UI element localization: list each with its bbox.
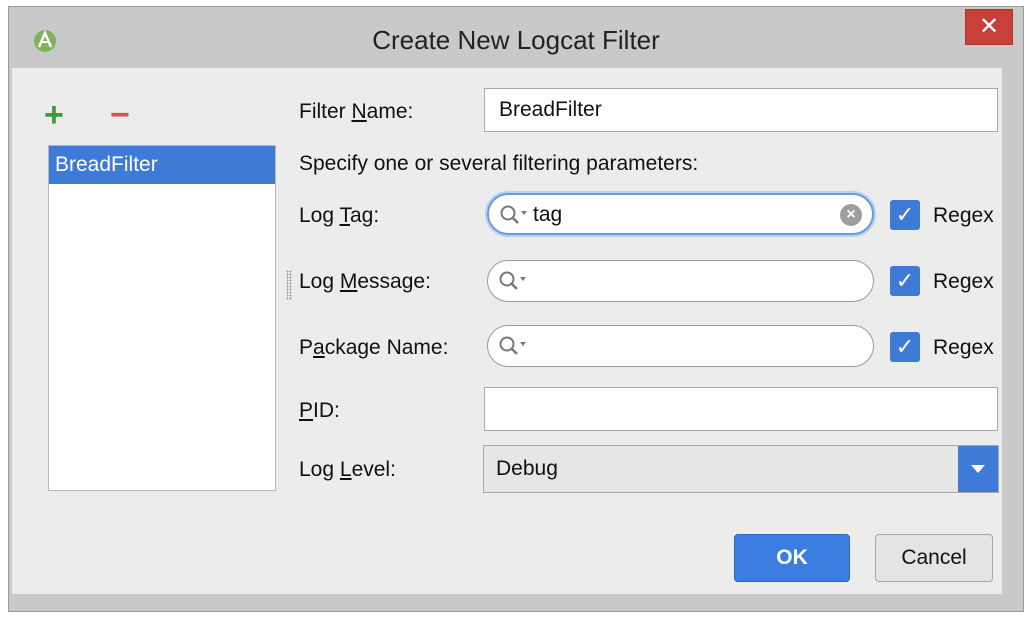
clear-icon[interactable]: × (840, 204, 862, 226)
log-level-value: Debug (496, 457, 558, 480)
search-icon[interactable] (498, 269, 532, 293)
log-tag-search-field[interactable]: tag × (487, 193, 874, 235)
log-message-label: Log Message: (299, 270, 431, 293)
splitter-grip[interactable] (286, 270, 292, 300)
log-message-regex-checkbox[interactable]: ✓ (890, 266, 920, 296)
log-level-label: Log Level: (299, 458, 396, 481)
filter-hint: Specify one or several filtering paramet… (299, 152, 699, 175)
log-tag-label: Log Tag: (299, 204, 380, 227)
filter-list[interactable]: BreadFilter (48, 145, 276, 491)
pid-input[interactable] (484, 387, 998, 431)
log-tag-regex-label: Regex (933, 204, 994, 227)
cancel-button[interactable]: Cancel (875, 534, 993, 582)
chevron-down-icon[interactable] (958, 446, 998, 492)
close-icon: ✕ (978, 13, 1000, 40)
package-name-regex-label: Regex (933, 336, 994, 359)
remove-filter-button[interactable]: − (110, 98, 130, 132)
add-filter-button[interactable]: + (44, 98, 64, 132)
log-tag-value: tag (533, 203, 563, 226)
log-message-regex-label: Regex (933, 270, 994, 293)
filter-name-input[interactable]: BreadFilter (484, 88, 998, 132)
log-level-select[interactable]: Debug (483, 445, 999, 493)
package-name-regex-checkbox[interactable]: ✓ (890, 332, 920, 362)
log-tag-regex-checkbox[interactable]: ✓ (890, 200, 920, 230)
pid-label: PID: (299, 399, 340, 422)
dialog-title: Create New Logcat Filter (372, 25, 660, 55)
search-icon[interactable] (499, 203, 533, 227)
package-name-label: Package Name: (299, 336, 449, 359)
title-bar: Create New Logcat Filter ✕ (9, 7, 1023, 77)
filter-name-label: Filter Name: (299, 100, 414, 123)
ok-button[interactable]: OK (734, 534, 850, 582)
close-button[interactable]: ✕ (965, 9, 1013, 45)
log-message-search-field[interactable] (487, 260, 874, 302)
package-name-search-field[interactable] (487, 325, 874, 367)
list-item[interactable]: BreadFilter (49, 146, 275, 184)
search-icon[interactable] (498, 334, 532, 358)
